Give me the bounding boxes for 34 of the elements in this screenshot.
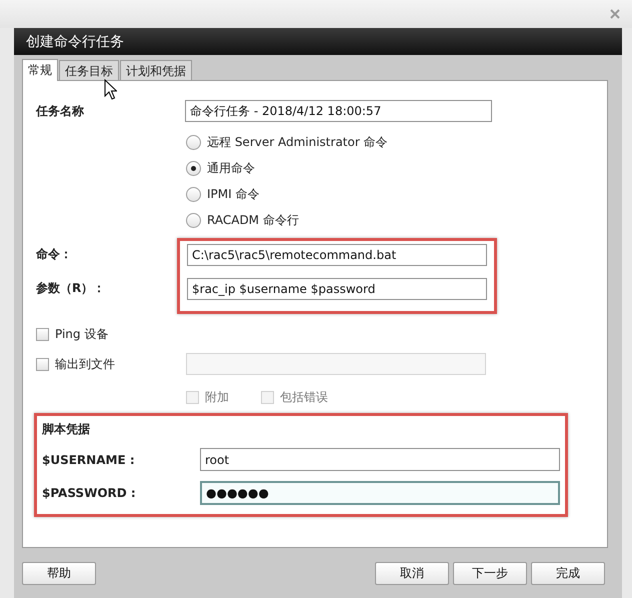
checkbox[interactable] xyxy=(36,358,49,370)
field-label: 任务名称 xyxy=(36,102,85,120)
radio-button[interactable] xyxy=(186,186,201,202)
radio-label: 通用命令 xyxy=(207,160,255,176)
arguments-field[interactable]: $rac_ip $username $password xyxy=(187,278,487,300)
radio-button[interactable] xyxy=(186,134,201,150)
task-name-field[interactable]: 命令行任务 - 2018/4/12 18:00:57 xyxy=(185,100,492,122)
radio-button[interactable] xyxy=(186,212,201,228)
dialog-button[interactable]: 完成 xyxy=(531,562,605,584)
password-field[interactable]: ●●●●●● xyxy=(200,481,560,505)
username-field[interactable]: root xyxy=(200,448,560,471)
field-label: $USERNAME : xyxy=(42,452,136,466)
field-label: 参数（R）： xyxy=(36,280,106,297)
radio-label: IPMI 命令 xyxy=(207,186,260,202)
tab[interactable]: 常规 xyxy=(22,59,58,81)
checkbox-label: 附加 xyxy=(205,388,229,406)
field-label: $PASSWORD : xyxy=(42,486,137,500)
radio-label: RACADM 命令行 xyxy=(207,212,299,228)
command-field[interactable]: C:\rac5\rac5\remotecommand.bat xyxy=(187,244,487,266)
close-icon[interactable] xyxy=(610,9,620,19)
dialog-button[interactable]: 取消 xyxy=(375,562,449,584)
dialog-button[interactable]: 下一步 xyxy=(453,562,527,584)
checkbox-label: 包括错误 xyxy=(280,388,328,406)
dialog-button[interactable]: 帮助 xyxy=(22,562,96,584)
radio-button[interactable] xyxy=(186,160,201,176)
radio-label: 远程 Server Administrator 命令 xyxy=(207,134,388,150)
tab[interactable]: 任务目标 xyxy=(59,60,119,80)
window-title: 创建命令行任务 xyxy=(26,32,124,50)
checkbox-label: Ping 设备 xyxy=(55,326,108,343)
tab[interactable]: 计划和凭据 xyxy=(120,60,192,80)
field-label: 命令： xyxy=(36,246,73,263)
checkbox-label: 输出到文件 xyxy=(55,356,115,372)
section-title: 脚本凭据 xyxy=(42,421,91,438)
checkbox[interactable] xyxy=(36,328,49,341)
